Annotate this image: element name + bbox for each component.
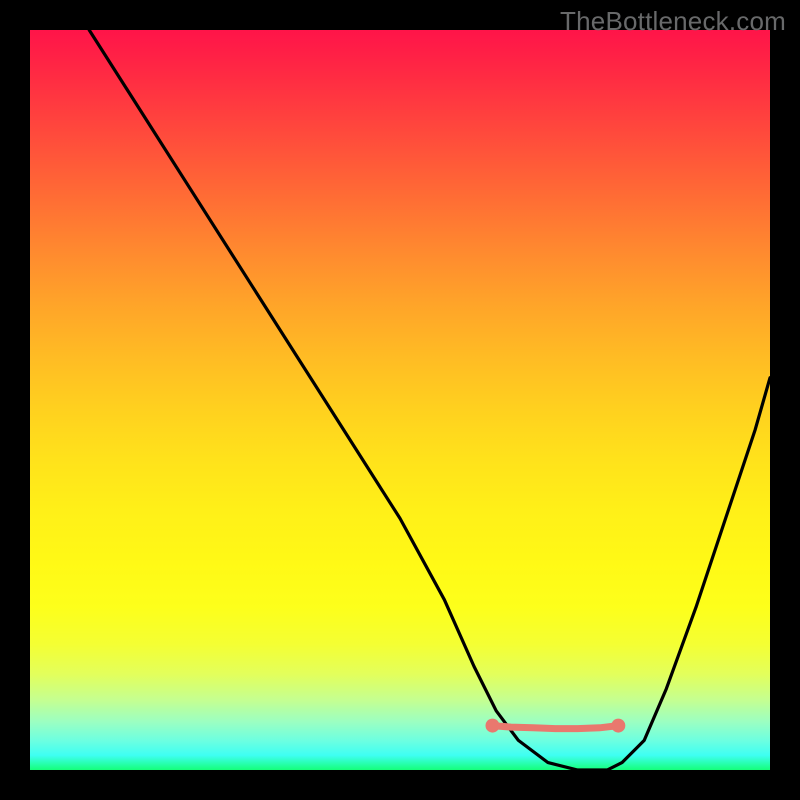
chart-frame: TheBottleneck.com xyxy=(0,0,800,800)
plot-area xyxy=(30,30,770,770)
watermark-text: TheBottleneck.com xyxy=(560,6,786,37)
bottleneck-curve xyxy=(89,30,770,770)
curve-layer xyxy=(30,30,770,770)
optimal-band-endpoint xyxy=(486,719,500,733)
optimal-band-line xyxy=(493,726,619,729)
optimal-band-endpoint xyxy=(611,719,625,733)
